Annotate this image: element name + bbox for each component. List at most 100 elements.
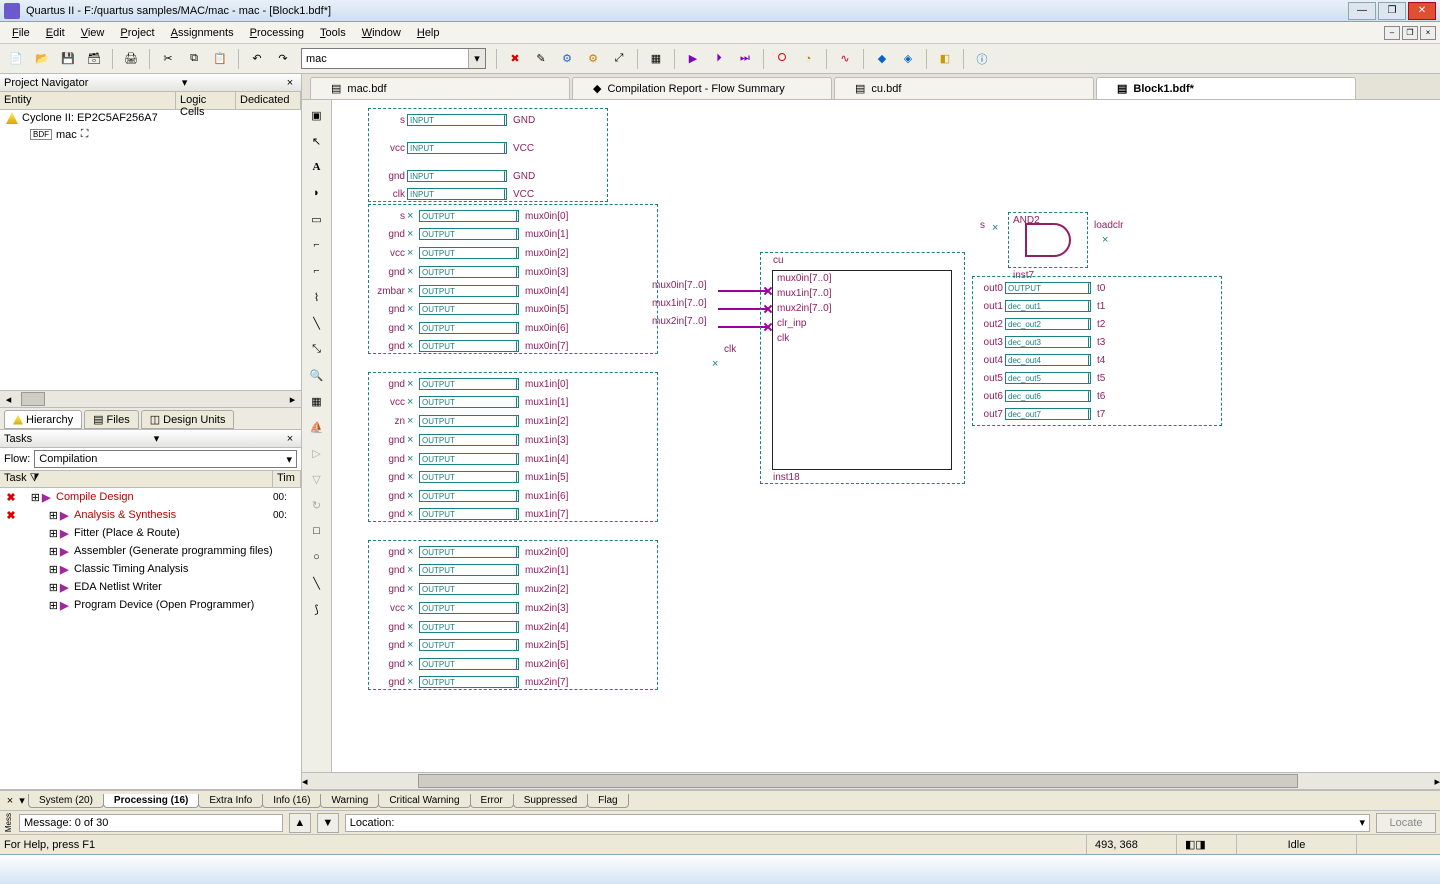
- output-pin[interactable]: s×OUTPUTmux0in[0]: [373, 207, 579, 225]
- task-row[interactable]: ⊞▶Program Device (Open Programmer): [0, 596, 301, 614]
- entity-input[interactable]: [302, 49, 468, 68]
- play-purple-icon[interactable]: ▶: [681, 47, 705, 71]
- message-down-button[interactable]: ▼: [317, 813, 339, 833]
- menu-file[interactable]: File: [4, 25, 38, 41]
- symbol-tool-icon[interactable]: ◗: [306, 182, 328, 204]
- output-pin[interactable]: gnd×OUTPUTmux1in[6]: [373, 487, 579, 505]
- messages-tab[interactable]: Error: [470, 794, 514, 808]
- tasks-close-icon[interactable]: ×: [283, 433, 297, 445]
- decoder-output-pin[interactable]: out5dec_out5t5: [977, 369, 1115, 387]
- output-pin[interactable]: vcc×OUTPUTmux1in[1]: [373, 393, 579, 411]
- input-pin[interactable]: sINPUTGND: [373, 111, 567, 129]
- messages-tab[interactable]: Warning: [320, 794, 379, 808]
- output-pin[interactable]: gnd×OUTPUTmux0in[7]: [373, 337, 579, 355]
- location-box[interactable]: Location: ▾: [345, 814, 1370, 832]
- tab-hierarchy[interactable]: Hierarchy: [4, 410, 82, 429]
- tab-design-units[interactable]: ◫Design Units: [141, 410, 235, 429]
- bus-tool-icon[interactable]: ⌐: [306, 260, 328, 282]
- output-pin[interactable]: gnd×OUTPUTmux0in[3]: [373, 263, 579, 281]
- maximize-button[interactable]: ❐: [1378, 2, 1406, 20]
- chevron-down-icon[interactable]: ▾: [468, 49, 485, 68]
- messages-close-icon[interactable]: ×: [4, 795, 16, 807]
- wire-mux1in[interactable]: [718, 308, 768, 310]
- decoder-output-pin[interactable]: out6dec_out6t6: [977, 387, 1115, 405]
- input-group[interactable]: sINPUTGNDvccINPUTVCCgndINPUTGNDclkINPUTV…: [368, 108, 608, 202]
- task-row[interactable]: ✖⊞▶Analysis & Synthesis00:: [0, 506, 301, 524]
- output-pin[interactable]: gnd×OUTPUTmux0in[5]: [373, 300, 579, 318]
- col-time[interactable]: Tim: [273, 471, 301, 487]
- task-row[interactable]: ⊞▶Classic Timing Analysis: [0, 560, 301, 578]
- rect-shape-icon[interactable]: □: [306, 520, 328, 542]
- new-file-button[interactable]: 📄: [4, 47, 28, 71]
- entity-combobox[interactable]: ▾: [301, 48, 486, 69]
- mdi-minimize-button[interactable]: –: [1384, 26, 1400, 40]
- doc-tab[interactable]: ▤Block1.bdf*: [1096, 77, 1356, 99]
- text-tool-icon[interactable]: A: [306, 156, 328, 178]
- scroll-left-icon[interactable]: ◂: [0, 391, 17, 407]
- doc-tab[interactable]: ▤cu.bdf: [834, 77, 1094, 99]
- flip-h-icon[interactable]: ▷: [306, 442, 328, 464]
- conduit-tool-icon[interactable]: ⌇: [306, 286, 328, 308]
- task-row[interactable]: ✖⊞▶Compile Design00:: [0, 488, 301, 506]
- doc-tab[interactable]: ◆Compilation Report - Flow Summary: [572, 77, 832, 99]
- messages-tab[interactable]: Critical Warning: [378, 794, 470, 808]
- task-row[interactable]: ⊞▶EDA Netlist Writer: [0, 578, 301, 596]
- close-button[interactable]: ✕: [1408, 2, 1436, 20]
- messages-tab[interactable]: System (20): [28, 794, 104, 808]
- output-group-mux1[interactable]: gnd×OUTPUTmux1in[0]vcc×OUTPUTmux1in[1]zn…: [368, 372, 658, 522]
- save-button[interactable]: 💾: [56, 47, 80, 71]
- play-forward-icon[interactable]: ⏵: [707, 47, 731, 71]
- col-task[interactable]: Task ⧩: [0, 471, 273, 487]
- and2-gate[interactable]: AND2 inst7: [1008, 212, 1088, 268]
- mdi-close-button[interactable]: ×: [1420, 26, 1436, 40]
- wave-icon[interactable]: ∿: [833, 47, 857, 71]
- canvas-scroll-thumb[interactable]: [418, 774, 1298, 788]
- output-pin[interactable]: gnd×OUTPUTmux1in[4]: [373, 450, 579, 468]
- col-entity[interactable]: Entity: [0, 92, 176, 109]
- messages-tab[interactable]: Suppressed: [513, 794, 588, 808]
- output-pin[interactable]: gnd×OUTPUTmux2in[1]: [373, 561, 579, 579]
- scroll-thumb[interactable]: [21, 392, 45, 406]
- mdi-restore-button[interactable]: ❐: [1402, 26, 1418, 40]
- output-pin[interactable]: gnd×OUTPUTmux0in[6]: [373, 319, 579, 337]
- oval-shape-icon[interactable]: ○: [306, 546, 328, 568]
- canvas-scroll-left-icon[interactable]: ◂: [302, 775, 308, 788]
- decoder-output-pin[interactable]: out7dec_out7t7: [977, 405, 1115, 423]
- input-pin[interactable]: clkINPUTVCC: [373, 185, 567, 203]
- output-pin[interactable]: gnd×OUTPUTmux2in[7]: [373, 673, 579, 691]
- line-shape-icon[interactable]: ╲: [306, 572, 328, 594]
- output-pin[interactable]: gnd×OUTPUTmux2in[6]: [373, 655, 579, 673]
- scroll-right-icon[interactable]: ▸: [284, 391, 301, 407]
- block-tool-icon[interactable]: ▣: [306, 104, 328, 126]
- play-to-icon[interactable]: ⏭: [733, 47, 757, 71]
- decoder-output-pin[interactable]: out1dec_out1t1: [977, 297, 1115, 315]
- output-pin[interactable]: vcc×OUTPUTmux0in[2]: [373, 244, 579, 262]
- messages-pin-icon[interactable]: ▾: [16, 794, 28, 807]
- output-pin[interactable]: gnd×OUTPUTmux1in[7]: [373, 505, 579, 523]
- device-node[interactable]: Cyclone II: EP2C5AF256A7: [0, 110, 301, 126]
- messages-tab[interactable]: Extra Info: [198, 794, 263, 808]
- save-all-button[interactable]: 🗃: [82, 47, 106, 71]
- panel-close-icon[interactable]: ×: [283, 77, 297, 89]
- arc-shape-icon[interactable]: ⟆: [306, 598, 328, 620]
- input-pin[interactable]: gndINPUTGND: [373, 167, 567, 185]
- doc-tab[interactable]: ▤mac.bdf: [310, 77, 570, 99]
- output-pin[interactable]: vcc×OUTPUTmux2in[3]: [373, 599, 579, 617]
- pencil-icon[interactable]: ✎: [529, 47, 553, 71]
- tasks-tree[interactable]: ✖⊞▶Compile Design00:✖⊞▶Analysis & Synthe…: [0, 488, 301, 789]
- wire-mux0in[interactable]: [718, 290, 768, 292]
- zoom-tool-icon[interactable]: 🔍: [306, 364, 328, 386]
- undo-button[interactable]: ↶: [245, 47, 269, 71]
- blue-diamond-icon[interactable]: ◆: [870, 47, 894, 71]
- chevron-down-icon[interactable]: ▾: [286, 453, 292, 466]
- schematic-canvas[interactable]: sINPUTGNDvccINPUTVCCgndINPUTGNDclkINPUTV…: [332, 100, 1440, 772]
- rect-tool-icon[interactable]: ▭: [306, 208, 328, 230]
- menu-view[interactable]: View: [73, 25, 113, 41]
- pointer-tool-icon[interactable]: ↖: [306, 130, 328, 152]
- copy-button[interactable]: ⧉: [182, 47, 206, 71]
- output-group-mux2[interactable]: gnd×OUTPUTmux2in[0]gnd×OUTPUTmux2in[1]gn…: [368, 540, 658, 690]
- project-tree[interactable]: Cyclone II: EP2C5AF256A7 BDF mac ⛶: [0, 110, 301, 390]
- minimize-button[interactable]: —: [1348, 2, 1376, 20]
- decoder-output-pin[interactable]: out0OUTPUTt0: [977, 279, 1115, 297]
- fullscreen-icon[interactable]: ▦: [306, 390, 328, 412]
